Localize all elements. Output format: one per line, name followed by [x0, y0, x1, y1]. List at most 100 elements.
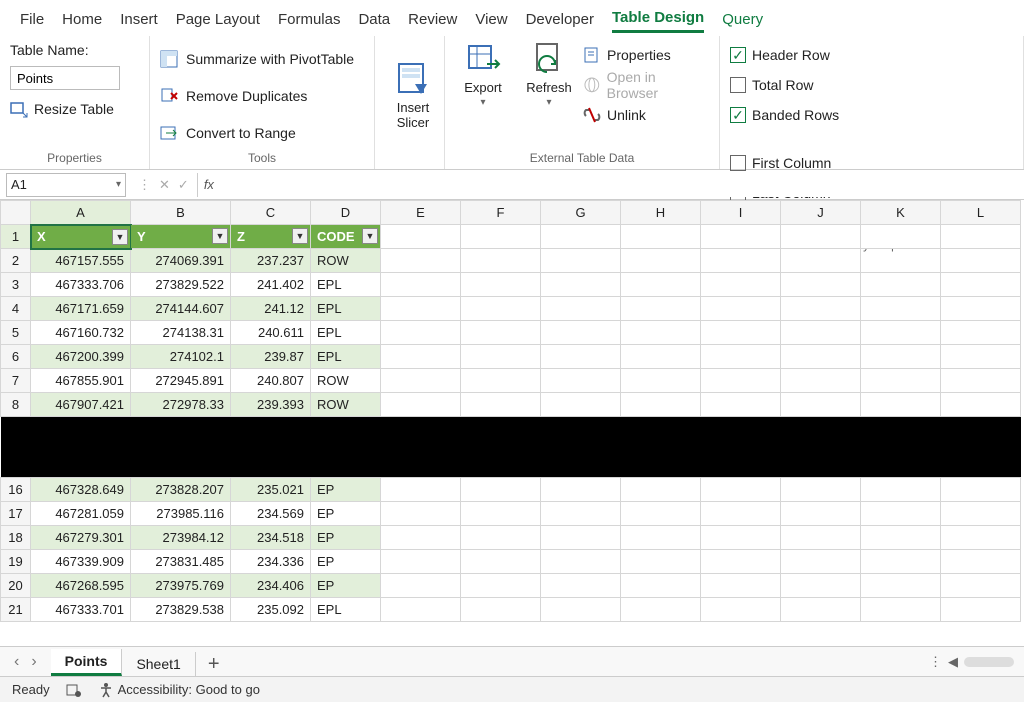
cell[interactable]: ROW	[311, 249, 381, 273]
cell[interactable]: 274102.1	[131, 345, 231, 369]
column-header-J[interactable]: J	[781, 201, 861, 225]
formula-input[interactable]	[220, 173, 1024, 197]
ribbon-tab-formulas[interactable]: Formulas	[278, 11, 341, 32]
refresh-button[interactable]: Refresh ▾	[521, 42, 577, 108]
dots-icon[interactable]: ⋮	[138, 177, 151, 193]
cell[interactable]: 235.021	[231, 478, 311, 502]
cell[interactable]: 239.87	[231, 345, 311, 369]
more-icon[interactable]: ⋮	[929, 654, 942, 670]
cell[interactable]: 273985.116	[131, 502, 231, 526]
cell[interactable]: 273831.485	[131, 550, 231, 574]
cell[interactable]: 467157.555	[31, 249, 131, 273]
cell[interactable]: 467333.701	[31, 598, 131, 622]
cell[interactable]: EP	[311, 502, 381, 526]
ribbon-tab-query[interactable]: Query	[722, 11, 763, 32]
column-header-H[interactable]: H	[621, 201, 701, 225]
sheet-next-icon[interactable]: ›	[31, 653, 36, 671]
cell[interactable]: EP	[311, 526, 381, 550]
row-header-17[interactable]: 17	[1, 502, 31, 526]
horizontal-scrollbar[interactable]	[964, 657, 1014, 667]
row-header-3[interactable]: 3	[1, 273, 31, 297]
name-box[interactable]: A1 ▾	[6, 173, 126, 197]
row-header-1[interactable]: 1	[1, 225, 31, 249]
cell[interactable]: 467333.706	[31, 273, 131, 297]
cell[interactable]: 234.406	[231, 574, 311, 598]
cell[interactable]: 240.807	[231, 369, 311, 393]
cell[interactable]: 467200.399	[31, 345, 131, 369]
ribbon-tab-page-layout[interactable]: Page Layout	[176, 11, 260, 32]
scroll-left-icon[interactable]: ◀	[948, 654, 958, 670]
cell[interactable]: 234.569	[231, 502, 311, 526]
cell[interactable]: EP	[311, 574, 381, 598]
row-header-18[interactable]: 18	[1, 526, 31, 550]
cell[interactable]: 467339.909	[31, 550, 131, 574]
cell[interactable]: 467171.659	[31, 297, 131, 321]
table-header-y[interactable]: Y▼	[131, 225, 231, 249]
cell[interactable]: ROW	[311, 369, 381, 393]
cell[interactable]: 237.237	[231, 249, 311, 273]
column-header-B[interactable]: B	[131, 201, 231, 225]
row-header-20[interactable]: 20	[1, 574, 31, 598]
cell[interactable]: 273984.12	[131, 526, 231, 550]
cell[interactable]: EPL	[311, 321, 381, 345]
unlink-button[interactable]: Unlink	[583, 102, 709, 128]
cell[interactable]: EP	[311, 478, 381, 502]
export-button[interactable]: Export ▾	[455, 42, 511, 108]
cell[interactable]: EPL	[311, 273, 381, 297]
sheet-tab-sheet1[interactable]: Sheet1	[122, 652, 195, 676]
column-header-E[interactable]: E	[381, 201, 461, 225]
cell[interactable]: 467907.421	[31, 393, 131, 417]
cell[interactable]: 467855.901	[31, 369, 131, 393]
ribbon-tab-developer[interactable]: Developer	[526, 11, 594, 32]
accessibility-icon[interactable]	[98, 682, 114, 698]
filter-dropdown-icon[interactable]: ▼	[112, 229, 128, 245]
confirm-icon[interactable]: ✓	[178, 177, 189, 193]
column-header-A[interactable]: A	[31, 201, 131, 225]
cell[interactable]: 239.393	[231, 393, 311, 417]
total-row-checkbox[interactable]: Total Row	[730, 72, 1013, 98]
cell[interactable]: 467279.301	[31, 526, 131, 550]
resize-table-button[interactable]: Resize Table	[10, 100, 139, 118]
column-header-L[interactable]: L	[941, 201, 1021, 225]
row-header-19[interactable]: 19	[1, 550, 31, 574]
cell[interactable]: 235.092	[231, 598, 311, 622]
cell[interactable]: 274069.391	[131, 249, 231, 273]
column-header-K[interactable]: K	[861, 201, 941, 225]
cell[interactable]: 234.336	[231, 550, 311, 574]
table-header-z[interactable]: Z▼	[231, 225, 311, 249]
insert-slicer-button[interactable]: Insert Slicer	[385, 62, 441, 130]
ribbon-tab-home[interactable]: Home	[62, 11, 102, 32]
row-header-5[interactable]: 5	[1, 321, 31, 345]
sheet-tab-points[interactable]: Points	[51, 649, 123, 676]
cell[interactable]: 467268.595	[31, 574, 131, 598]
ribbon-tab-table-design[interactable]: Table Design	[612, 9, 704, 33]
cancel-icon[interactable]: ✕	[159, 177, 170, 193]
cell[interactable]: EP	[311, 550, 381, 574]
cell[interactable]: 467328.649	[31, 478, 131, 502]
ribbon-tab-insert[interactable]: Insert	[120, 11, 158, 32]
spreadsheet-grid[interactable]: ABCDEFGHIJKL1X▼Y▼Z▼CODE▼2467157.55527406…	[0, 200, 1024, 622]
row-header-21[interactable]: 21	[1, 598, 31, 622]
cell[interactable]: 274144.607	[131, 297, 231, 321]
fx-icon[interactable]: fx	[198, 177, 220, 192]
header-row-checkbox[interactable]: ✓Header Row	[730, 42, 1013, 68]
cell[interactable]: EPL	[311, 345, 381, 369]
column-header-D[interactable]: D	[311, 201, 381, 225]
cell[interactable]: 272945.891	[131, 369, 231, 393]
cell[interactable]: 240.611	[231, 321, 311, 345]
ribbon-tab-file[interactable]: File	[20, 11, 44, 32]
ribbon-tab-view[interactable]: View	[475, 11, 507, 32]
cell[interactable]: 273828.207	[131, 478, 231, 502]
cell[interactable]: 467160.732	[31, 321, 131, 345]
cell[interactable]: EPL	[311, 297, 381, 321]
convert-to-range-button[interactable]: Convert to Range	[160, 119, 364, 147]
remove-duplicates-button[interactable]: Remove Duplicates	[160, 82, 364, 110]
ribbon-tab-data[interactable]: Data	[358, 11, 390, 32]
filter-dropdown-icon[interactable]: ▼	[362, 228, 378, 244]
column-header-I[interactable]: I	[701, 201, 781, 225]
column-header-C[interactable]: C	[231, 201, 311, 225]
row-header-16[interactable]: 16	[1, 478, 31, 502]
ribbon-tab-review[interactable]: Review	[408, 11, 457, 32]
row-header-4[interactable]: 4	[1, 297, 31, 321]
cell[interactable]: 274138.31	[131, 321, 231, 345]
